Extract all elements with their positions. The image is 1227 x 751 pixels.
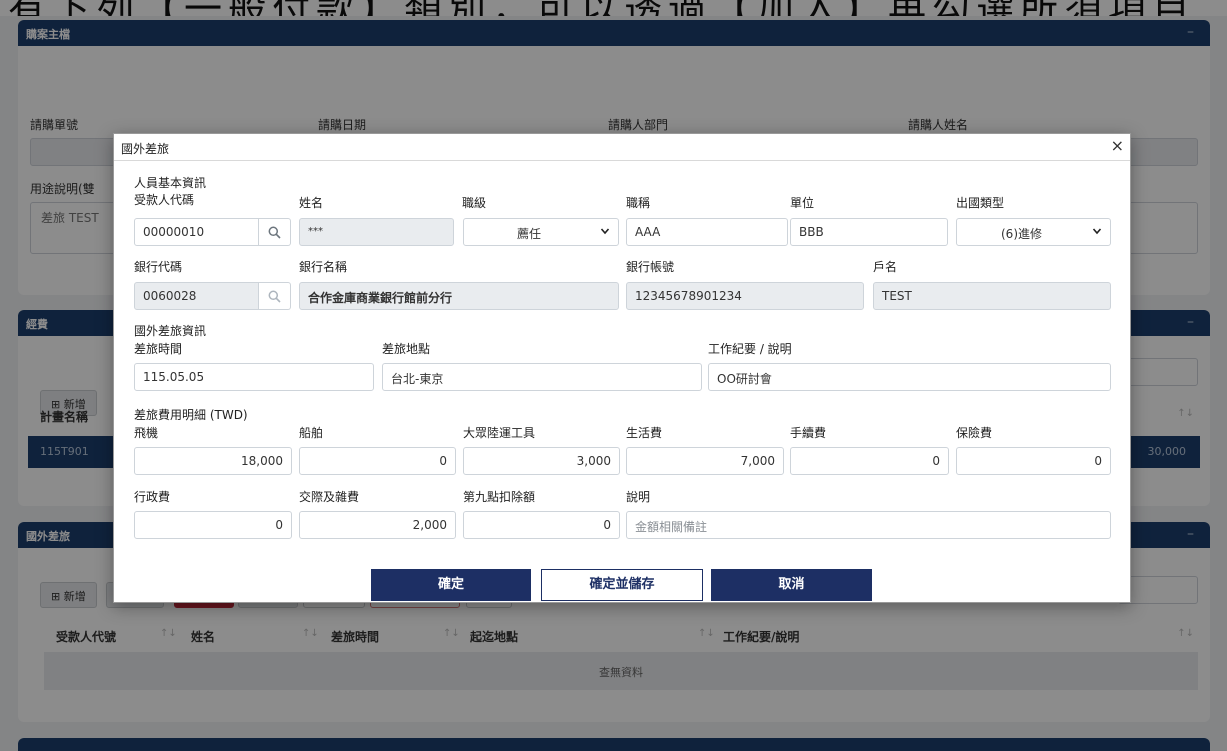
living-value: 7,000	[740, 454, 775, 468]
holder-input[interactable]: TEST	[873, 282, 1111, 310]
unit-value: BBB	[799, 225, 824, 239]
travel-time-value: 115.05.05	[143, 370, 205, 384]
rank-value: 薦任	[516, 227, 541, 241]
transit-value: 3,000	[576, 454, 611, 468]
travel-place-label: 差旅地點	[382, 342, 431, 356]
name-value: ***	[308, 226, 323, 237]
unit-input[interactable]: BBB	[790, 218, 948, 246]
travel-time-label: 差旅時間	[134, 342, 183, 356]
trip-type-select[interactable]: (6)進修	[956, 218, 1111, 246]
unit-label: 單位	[790, 196, 815, 210]
bank-code-value: 0060028	[143, 289, 197, 303]
flight-input[interactable]: 18,000	[134, 447, 292, 475]
account-input[interactable]: 12345678901234	[626, 282, 864, 310]
bank-name-label: 銀行名稱	[299, 260, 348, 274]
social-input[interactable]: 2,000	[299, 511, 456, 539]
ship-input[interactable]: 0	[299, 447, 456, 475]
bank-search-button[interactable]	[259, 282, 291, 310]
payee-code-value: 00000010	[143, 225, 205, 239]
flight-value: 18,000	[241, 454, 283, 468]
holder-value: TEST	[882, 289, 912, 303]
rank-label: 職級	[462, 196, 487, 210]
insurance-value: 0	[1094, 454, 1102, 468]
position-input[interactable]: AAA	[626, 218, 788, 246]
social-label: 交際及雜費	[299, 490, 360, 504]
fee-value: 0	[932, 454, 940, 468]
search-icon	[268, 226, 281, 239]
fee-label: 手續費	[790, 426, 827, 440]
trip-type-label: 出國類型	[956, 196, 1005, 210]
living-input[interactable]: 7,000	[626, 447, 784, 475]
note-label: 說明	[626, 490, 651, 504]
name-input[interactable]: ***	[299, 218, 454, 246]
travel-desc-label: 工作紀要 / 說明	[708, 342, 792, 356]
travel-place-input[interactable]: 台北-東京	[382, 363, 702, 391]
basic-info-title: 人員基本資訊	[134, 176, 207, 190]
payee-search-button[interactable]	[259, 218, 291, 246]
living-label: 生活費	[626, 426, 663, 440]
confirm-save-button[interactable]: 確定並儲存	[541, 569, 703, 601]
fee-input[interactable]: 0	[790, 447, 949, 475]
trip-type-value: (6)進修	[1001, 227, 1042, 241]
travel-place-value: 台北-東京	[391, 372, 444, 386]
transit-input[interactable]: 3,000	[463, 447, 620, 475]
position-label: 職稱	[626, 196, 651, 210]
confirm-button[interactable]: 確定	[371, 569, 531, 601]
bank-name-input[interactable]: 合作金庫商業銀行館前分行	[299, 282, 619, 310]
social-value: 2,000	[412, 518, 447, 532]
travel-time-input[interactable]: 115.05.05	[134, 363, 374, 391]
rank-select[interactable]: 薦任	[463, 218, 619, 246]
modal-title: 國外差旅	[121, 142, 170, 156]
chevron-down-icon	[1092, 228, 1102, 235]
cancel-button[interactable]: 取消	[711, 569, 872, 601]
admin-value: 0	[275, 518, 283, 532]
note-input[interactable]: 金額相關備註	[626, 511, 1111, 539]
holder-label: 戶名	[873, 260, 898, 274]
name-label: 姓名	[299, 196, 324, 210]
deduct-input[interactable]: 0	[463, 511, 620, 539]
bank-code-label: 銀行代碼	[134, 260, 183, 274]
bank-code-input[interactable]: 0060028	[134, 282, 259, 310]
ship-label: 船舶	[299, 426, 324, 440]
travel-desc-value: OO研討會	[717, 372, 772, 386]
search-icon	[268, 290, 281, 303]
account-label: 銀行帳號	[626, 260, 675, 274]
deduct-value: 0	[603, 518, 611, 532]
admin-label: 行政費	[134, 490, 171, 504]
payee-code-input[interactable]: 00000010	[134, 218, 259, 246]
ship-value: 0	[439, 454, 447, 468]
note-placeholder: 金額相關備註	[635, 520, 708, 534]
insurance-input[interactable]: 0	[956, 447, 1111, 475]
expense-detail-title: 差旅費用明細 (TWD)	[134, 408, 248, 422]
account-value: 12345678901234	[635, 289, 742, 303]
travel-desc-input[interactable]: OO研討會	[708, 363, 1111, 391]
transit-label: 大眾陸運工具	[463, 426, 536, 440]
close-icon[interactable]: ×	[1111, 137, 1124, 155]
bank-name-value: 合作金庫商業銀行館前分行	[308, 291, 453, 305]
insurance-label: 保險費	[956, 426, 993, 440]
flight-label: 飛機	[134, 426, 159, 440]
admin-input[interactable]: 0	[134, 511, 292, 539]
position-value: AAA	[635, 225, 661, 239]
payee-code-label: 受款人代碼	[134, 193, 195, 207]
foreign-travel-modal: 國外差旅 × 人員基本資訊 受款人代碼 姓名 職級 職稱 單位 出國類型 000…	[113, 133, 1131, 603]
travel-info-title: 國外差旅資訊	[134, 324, 207, 338]
modal-header: 國外差旅 ×	[114, 134, 1130, 161]
chevron-down-icon	[600, 228, 610, 235]
deduct-label: 第九點扣除額	[463, 490, 536, 504]
